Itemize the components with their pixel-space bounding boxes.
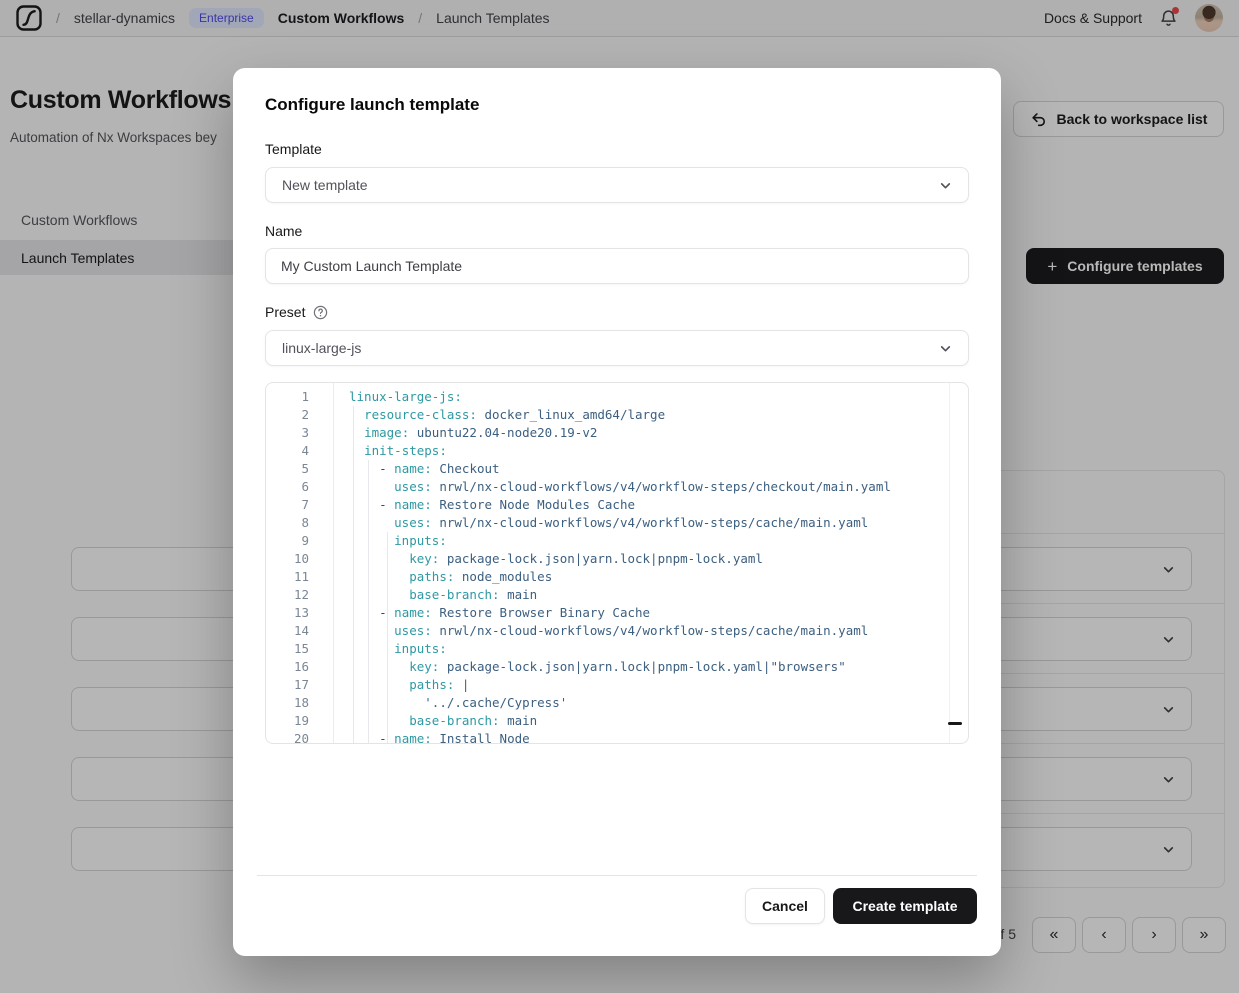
code-line: key: package-lock.json|yarn.lock|pnpm-lo… bbox=[349, 550, 968, 568]
code-line: uses: nrwl/nx-cloud-workflows/v4/workflo… bbox=[349, 478, 968, 496]
code-line: uses: nrwl/nx-cloud-workflows/v4/workflo… bbox=[349, 622, 968, 640]
line-number: 9 bbox=[266, 532, 333, 550]
code-line: base-branch: main bbox=[349, 586, 968, 604]
code-line: uses: nrwl/nx-cloud-workflows/v4/workflo… bbox=[349, 514, 968, 532]
template-label: Template bbox=[265, 141, 322, 157]
line-number-gutter: 1234567891011121314151617181920 bbox=[266, 383, 334, 743]
chevron-down-icon bbox=[939, 179, 952, 192]
create-template-button[interactable]: Create template bbox=[833, 888, 977, 924]
code-line: paths: | bbox=[349, 676, 968, 694]
line-number: 20 bbox=[266, 730, 333, 744]
preset-select[interactable]: linux-large-js bbox=[265, 330, 969, 366]
line-number: 16 bbox=[266, 658, 333, 676]
configure-launch-template-modal: Configure launch template Template New t… bbox=[233, 68, 1001, 956]
code-line: image: ubuntu22.04-node20.19-v2 bbox=[349, 424, 968, 442]
line-number: 5 bbox=[266, 460, 333, 478]
line-number: 4 bbox=[266, 442, 333, 460]
line-number: 2 bbox=[266, 406, 333, 424]
preset-label-text: Preset bbox=[265, 304, 305, 320]
code-lines: linux-large-js: resource-class: docker_l… bbox=[335, 383, 968, 743]
preset-label: Preset bbox=[265, 304, 328, 320]
line-number: 10 bbox=[266, 550, 333, 568]
line-number: 1 bbox=[266, 388, 333, 406]
code-line: '../.cache/Cypress' bbox=[349, 694, 968, 712]
modal-title: Configure launch template bbox=[265, 95, 479, 115]
code-line: linux-large-js: bbox=[349, 388, 968, 406]
template-select-value: New template bbox=[282, 177, 368, 193]
code-line: - name: Install Node bbox=[349, 730, 968, 744]
code-line: inputs: bbox=[349, 640, 968, 658]
footer-divider bbox=[257, 875, 977, 876]
code-line: resource-class: docker_linux_amd64/large bbox=[349, 406, 968, 424]
yaml-code-editor[interactable]: 1234567891011121314151617181920 linux-la… bbox=[265, 382, 969, 744]
code-line: - name: Restore Browser Binary Cache bbox=[349, 604, 968, 622]
preset-select-value: linux-large-js bbox=[282, 340, 361, 356]
line-number: 14 bbox=[266, 622, 333, 640]
line-number: 15 bbox=[266, 640, 333, 658]
name-label: Name bbox=[265, 223, 302, 239]
code-line: key: package-lock.json|yarn.lock|pnpm-lo… bbox=[349, 658, 968, 676]
line-number: 18 bbox=[266, 694, 333, 712]
code-line: - name: Checkout bbox=[349, 460, 968, 478]
cancel-button[interactable]: Cancel bbox=[745, 888, 825, 924]
line-number: 11 bbox=[266, 568, 333, 586]
code-line: inputs: bbox=[349, 532, 968, 550]
line-number: 3 bbox=[266, 424, 333, 442]
line-number: 7 bbox=[266, 496, 333, 514]
code-line: base-branch: main bbox=[349, 712, 968, 730]
code-line: - name: Restore Node Modules Cache bbox=[349, 496, 968, 514]
line-number: 12 bbox=[266, 586, 333, 604]
help-circle-icon[interactable] bbox=[313, 305, 328, 320]
scrollbar-thumb[interactable] bbox=[948, 722, 962, 725]
line-number: 8 bbox=[266, 514, 333, 532]
code-line: paths: node_modules bbox=[349, 568, 968, 586]
chevron-down-icon bbox=[939, 342, 952, 355]
line-number: 17 bbox=[266, 676, 333, 694]
line-number: 19 bbox=[266, 712, 333, 730]
scrollbar-track bbox=[949, 383, 950, 743]
line-number: 6 bbox=[266, 478, 333, 496]
code-line: init-steps: bbox=[349, 442, 968, 460]
template-select[interactable]: New template bbox=[265, 167, 969, 203]
name-input[interactable] bbox=[265, 248, 969, 284]
line-number: 13 bbox=[266, 604, 333, 622]
